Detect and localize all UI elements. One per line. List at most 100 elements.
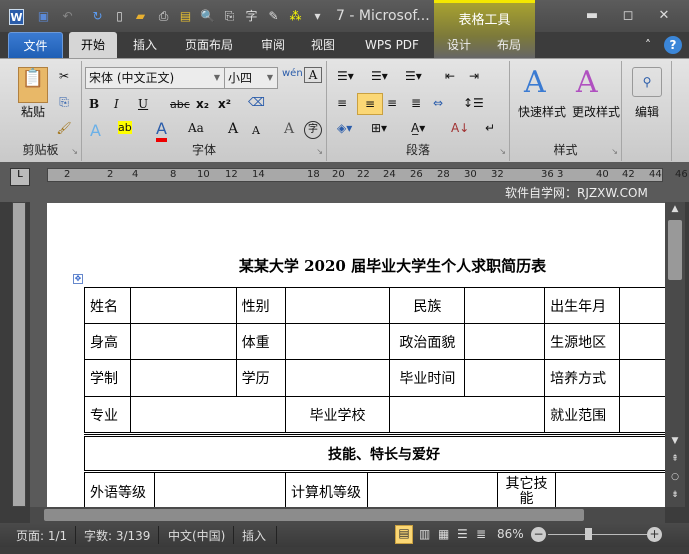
table-cell[interactable]: 民族 xyxy=(389,287,466,324)
char-shading-button[interactable]: A xyxy=(284,121,294,137)
enclose-char-button[interactable]: 字 xyxy=(304,121,322,139)
vertical-ruler[interactable] xyxy=(12,202,26,507)
find-icon[interactable]: ⚲ xyxy=(632,67,662,97)
tab-layout[interactable]: 布局 xyxy=(488,32,530,59)
scroll-up-icon[interactable]: ▲ xyxy=(667,204,683,214)
insert-mode[interactable]: 插入 xyxy=(242,527,266,544)
table-cell[interactable]: 就业范围 xyxy=(544,396,621,433)
attach-icon[interactable]: ⎘ xyxy=(222,9,237,24)
horizontal-ruler[interactable]: 2 2 4 8 10 12 14 18 20 22 24 26 28 30 32 36 3 40 42 44 46 xyxy=(47,168,688,182)
table-cell[interactable]: 政治面貌 xyxy=(389,323,466,360)
tab-design[interactable]: 设计 xyxy=(438,32,480,59)
superscript-button[interactable]: x² xyxy=(218,97,231,111)
document-area[interactable]: 某某大学 2020 届毕业大学生个人求职简历表 ✥ 姓名 性别 民族 出生年月 … xyxy=(30,202,665,507)
table-cell[interactable]: 体重 xyxy=(235,323,286,360)
phonetic-guide-icon[interactable]: wén xyxy=(282,68,303,79)
new-doc-icon[interactable]: ▯ xyxy=(112,9,127,24)
translate-icon[interactable]: 字 xyxy=(244,9,259,24)
grow-font-button[interactable]: A xyxy=(228,121,238,137)
help-icon[interactable]: ? xyxy=(664,36,682,54)
word-count[interactable]: 字数: 3/139 xyxy=(84,527,150,544)
full-screen-reading-icon[interactable]: ▥ xyxy=(419,527,430,541)
shading-icon[interactable]: ◈▾ xyxy=(337,121,352,135)
table-cell[interactable]: 姓名 xyxy=(84,287,131,324)
quick-styles-button[interactable]: 快速样式 xyxy=(514,103,570,120)
table-cell[interactable] xyxy=(464,287,546,324)
highlight-button[interactable]: ab xyxy=(118,121,132,134)
table-cell[interactable] xyxy=(555,471,665,507)
change-case-button[interactable]: Aa xyxy=(188,121,204,135)
table-cell[interactable]: 专业 xyxy=(84,396,131,433)
minimize-button[interactable]: ▬ xyxy=(580,8,604,24)
table-cell[interactable] xyxy=(284,323,391,360)
format-painter-icon[interactable]: 🖌 xyxy=(56,121,72,135)
print-layout-icon[interactable]: ▤ xyxy=(395,525,413,544)
table-cell[interactable] xyxy=(619,323,665,360)
undo-icon[interactable]: ↶ xyxy=(60,9,75,24)
zoom-level[interactable]: 86% xyxy=(497,527,524,541)
print-icon[interactable]: ⎙ xyxy=(156,9,171,24)
folder-icon[interactable]: ▤ xyxy=(178,9,193,24)
table-cell[interactable]: 毕业时间 xyxy=(389,359,466,397)
numbering-icon[interactable]: ☰▾ xyxy=(371,69,388,83)
table-cell[interactable] xyxy=(129,323,237,360)
char-spacing-icon[interactable]: A̲▾ xyxy=(411,121,425,135)
dialog-launcher-icon[interactable]: ↘ xyxy=(316,147,323,156)
subscript-button[interactable]: x₂ xyxy=(196,97,209,111)
justify-icon[interactable]: ≣ xyxy=(411,96,421,110)
diagram-icon[interactable]: ⁂ xyxy=(288,9,303,24)
outline-icon[interactable]: ☰ xyxy=(457,527,468,541)
strikethrough-button[interactable]: abc xyxy=(170,98,190,111)
bold-button[interactable]: B xyxy=(89,97,99,111)
table-cell[interactable] xyxy=(129,287,237,324)
table-cell[interactable] xyxy=(619,287,665,324)
tab-home[interactable]: 开始 xyxy=(69,32,117,59)
zoom-slider-thumb[interactable] xyxy=(585,528,592,540)
quick-styles-icon[interactable]: A xyxy=(524,65,546,100)
save-icon[interactable]: ▣ xyxy=(36,9,51,24)
multilevel-list-icon[interactable]: ☰▾ xyxy=(405,69,422,83)
form-icon[interactable]: ✎ xyxy=(266,9,281,24)
table-cell[interactable] xyxy=(619,396,665,433)
font-name-combo[interactable]: 宋体 (中文正文) ▼ xyxy=(85,67,225,89)
table-cell[interactable]: 毕业学校 xyxy=(284,396,391,433)
maximize-button[interactable]: ◻ xyxy=(616,8,640,24)
dialog-launcher-icon[interactable]: ↘ xyxy=(499,147,506,156)
change-styles-button[interactable]: 更改样式 xyxy=(568,103,624,120)
web-layout-icon[interactable]: ▦ xyxy=(438,527,449,541)
bullets-icon[interactable]: ☰▾ xyxy=(337,69,354,83)
table-cell[interactable]: 外语等级 xyxy=(84,471,155,507)
increase-indent-icon[interactable]: ⇥ xyxy=(469,69,479,83)
table-cell[interactable]: 计算机等级 xyxy=(285,471,368,507)
language[interactable]: 中文(中国) xyxy=(168,527,225,544)
tab-file[interactable]: 文件 xyxy=(8,32,63,59)
customize-icon[interactable]: ▾ xyxy=(310,9,325,24)
cut-icon[interactable]: ✂ xyxy=(56,69,72,83)
zoom-slider[interactable] xyxy=(548,534,648,535)
shrink-font-button[interactable]: A xyxy=(252,124,260,137)
align-right-icon[interactable]: ≡ xyxy=(387,96,397,110)
paragraph-mark-icon[interactable]: ↵ xyxy=(485,121,495,135)
table-cell[interactable] xyxy=(129,359,237,397)
table-cell[interactable]: 学制 xyxy=(84,359,131,397)
tab-insert[interactable]: 插入 xyxy=(124,32,166,59)
page[interactable]: 某某大学 2020 届毕业大学生个人求职简历表 ✥ 姓名 性别 民族 出生年月 … xyxy=(47,203,665,507)
table-cell[interactable] xyxy=(619,359,665,397)
italic-button[interactable]: I xyxy=(114,97,119,111)
zoom-out-icon[interactable]: − xyxy=(531,527,546,542)
underline-button[interactable]: U xyxy=(138,97,148,111)
table-cell[interactable]: 生源地区 xyxy=(544,323,621,360)
table-cell[interactable]: 出生年月 xyxy=(544,287,621,324)
draft-icon[interactable]: ≣ xyxy=(476,527,486,541)
zoom-in-icon[interactable]: + xyxy=(647,527,662,542)
copy-icon[interactable]: ⎘ xyxy=(56,95,72,110)
table-cell[interactable] xyxy=(464,323,546,360)
line-spacing-icon[interactable]: ↕☰ xyxy=(463,96,484,110)
dialog-launcher-icon[interactable]: ↘ xyxy=(71,147,78,156)
prev-page-icon[interactable]: ▼ ⇞ ○ ⇟ xyxy=(667,432,683,504)
table-cell[interactable] xyxy=(389,396,546,433)
table-cell[interactable] xyxy=(284,287,391,324)
distributed-icon[interactable]: ⇔ xyxy=(433,96,443,110)
decrease-indent-icon[interactable]: ⇤ xyxy=(445,69,455,83)
font-color-button[interactable]: A xyxy=(156,119,167,142)
